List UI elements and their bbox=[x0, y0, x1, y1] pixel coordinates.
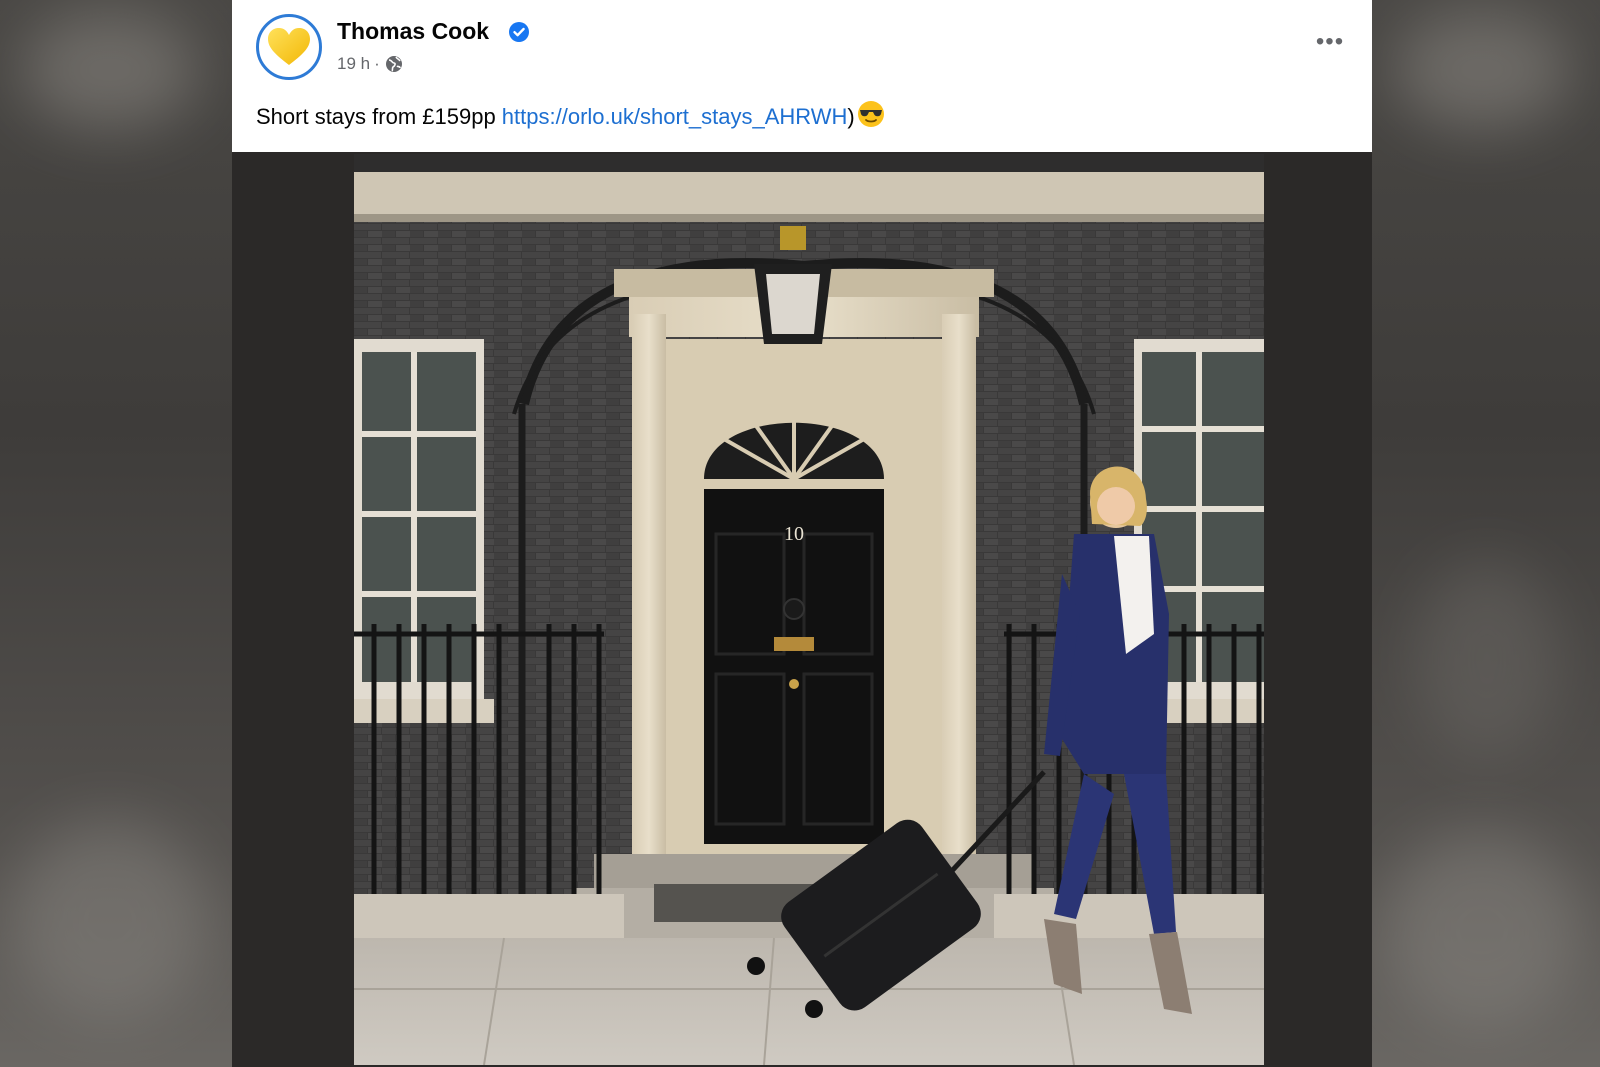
page-avatar[interactable] bbox=[256, 14, 322, 80]
verified-badge-icon bbox=[509, 22, 529, 42]
post-time[interactable]: 19 h bbox=[337, 54, 370, 74]
sunglasses-face-emoji bbox=[857, 101, 884, 127]
post-text-body: Short stays from £159pp bbox=[256, 104, 502, 129]
heart-logo-icon bbox=[268, 28, 310, 65]
post-header: Thomas Cook 19 h · ••• Short stays from … bbox=[232, 0, 1372, 152]
blurred-backdrop-left bbox=[0, 0, 232, 1067]
page-name[interactable]: Thomas Cook bbox=[337, 18, 489, 45]
post-text: Short stays from £159pp https://orlo.uk/… bbox=[256, 100, 885, 130]
post-link[interactable]: https://orlo.uk/short_stays_AHRWH bbox=[502, 104, 848, 129]
meta-separator: · bbox=[374, 54, 380, 73]
blurred-backdrop-right bbox=[1372, 0, 1600, 1067]
more-options-icon: ••• bbox=[1315, 28, 1345, 55]
door-number: 10 bbox=[784, 523, 804, 545]
globe-icon bbox=[385, 56, 402, 72]
post-photo[interactable]: 10 bbox=[354, 154, 1264, 1065]
post-text-after-link: ) bbox=[847, 104, 855, 129]
facebook-post: Thomas Cook 19 h · ••• Short stays from … bbox=[232, 0, 1372, 1067]
more-options-button[interactable]: ••• bbox=[1312, 28, 1348, 55]
post-meta: 19 h · bbox=[337, 54, 404, 74]
downing-street-photo: 10 bbox=[354, 154, 1264, 1065]
